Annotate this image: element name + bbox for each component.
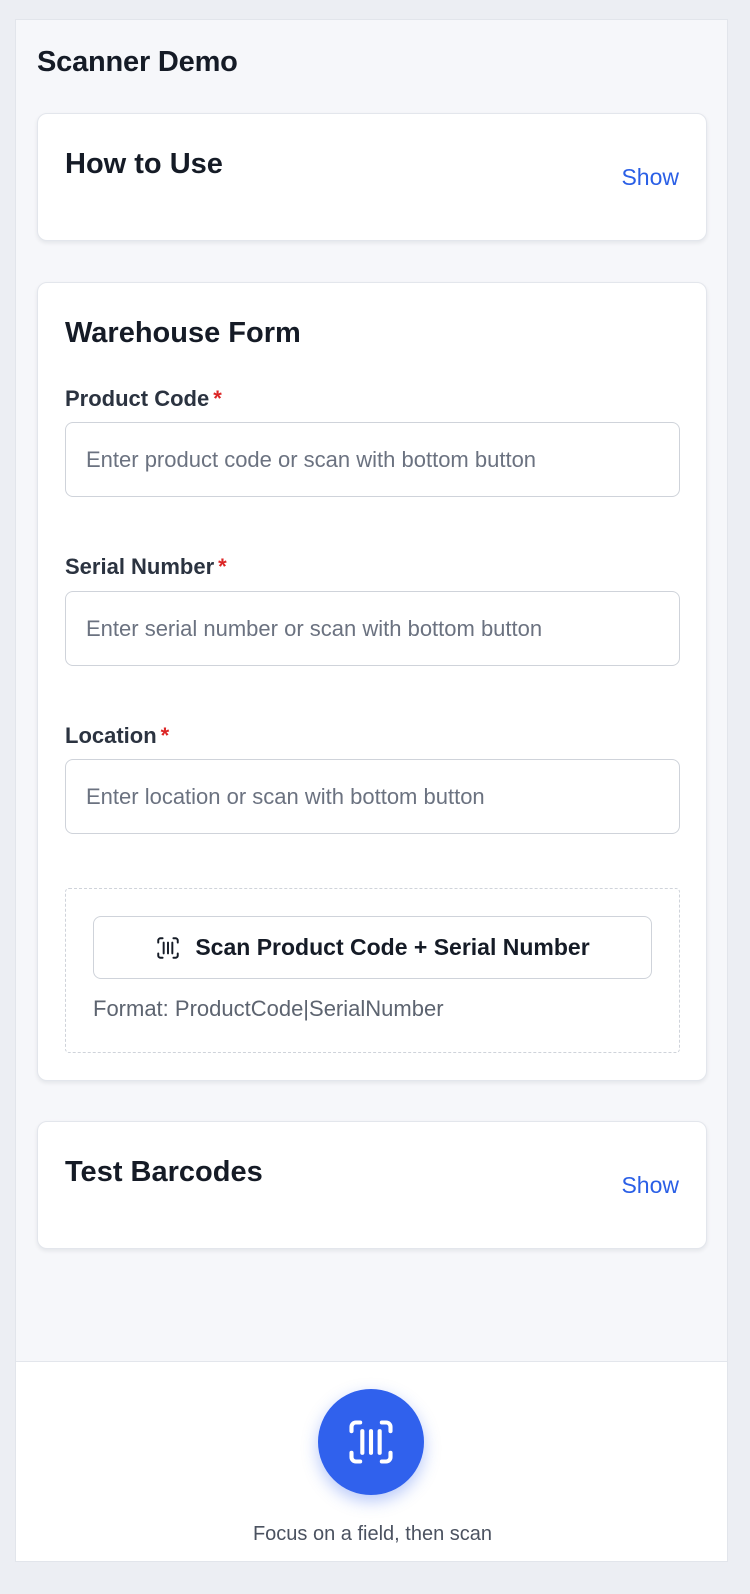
format-note: Format: ProductCode|SerialNumber	[93, 996, 444, 1021]
serial-number-input[interactable]	[65, 591, 680, 666]
scan-product-serial-button[interactable]: Scan Product Code + Serial Number	[93, 916, 652, 979]
required-marker: *	[213, 386, 222, 411]
serial-number-label: Serial Number *	[65, 554, 227, 580]
location-label: Location *	[65, 723, 169, 749]
how-to-use-show-link[interactable]: Show	[621, 164, 679, 191]
test-barcodes-show-link[interactable]: Show	[621, 1172, 679, 1199]
location-input[interactable]	[65, 759, 680, 834]
app-frame: Scanner Demo How to Use Show Warehouse F…	[15, 19, 728, 1562]
warehouse-form-title: Warehouse Form	[65, 317, 301, 349]
test-barcodes-card: Test Barcodes Show	[37, 1121, 707, 1249]
required-marker: *	[160, 723, 170, 748]
page-title: Scanner Demo	[37, 46, 238, 78]
test-barcodes-title: Test Barcodes	[65, 1156, 263, 1188]
warehouse-form-card: Warehouse Form Product Code* Serial Numb…	[37, 282, 707, 1081]
how-to-use-title: How to Use	[65, 148, 223, 180]
required-marker: *	[218, 554, 227, 579]
scan-fab-button[interactable]	[318, 1389, 424, 1495]
product-code-input[interactable]	[65, 422, 680, 497]
scan-product-serial-label: Scan Product Code + Serial Number	[195, 934, 590, 960]
location-label-text: Location	[65, 723, 157, 748]
combo-scan-section: Scan Product Code + Serial Number Format…	[65, 888, 680, 1053]
barcode-scan-icon	[349, 1420, 393, 1464]
bottom-scan-bar: Focus on a field, then scan	[16, 1361, 727, 1561]
serial-number-label-text: Serial Number	[65, 554, 215, 579]
how-to-use-card: How to Use Show	[37, 113, 707, 241]
scan-hint: Focus on a field, then scan	[252, 1523, 493, 1545]
product-code-label: Product Code *	[65, 386, 222, 412]
product-code-label-text: Product Code	[65, 386, 210, 411]
barcode-scan-icon	[155, 935, 181, 961]
